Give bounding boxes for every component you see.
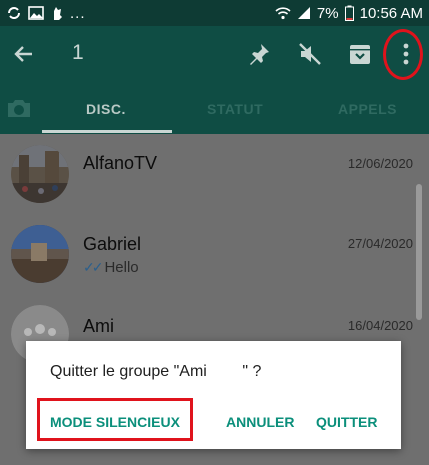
chat-preview: ✓✓ Hello bbox=[83, 259, 139, 276]
status-bar: ... 7% 10:56 AM bbox=[0, 0, 429, 26]
avatar bbox=[11, 225, 69, 283]
scrollbar[interactable] bbox=[416, 184, 422, 320]
archive-icon[interactable] bbox=[346, 40, 374, 68]
signal-icon bbox=[297, 7, 310, 19]
hand-icon bbox=[54, 7, 62, 20]
chat-date: 16/04/2020 bbox=[347, 318, 413, 333]
status-bar-right: 7% 10:56 AM bbox=[275, 4, 423, 22]
chat-name: Gabriel bbox=[83, 234, 142, 254]
status-overflow-dots: ... bbox=[70, 4, 86, 22]
avatar bbox=[11, 145, 69, 203]
chat-item-alfanotv[interactable]: AlfanoTV 12/06/2020 bbox=[0, 134, 429, 214]
battery-percentage: 7% bbox=[316, 4, 339, 22]
back-arrow-icon[interactable] bbox=[10, 40, 38, 68]
pin-icon[interactable] bbox=[245, 40, 273, 68]
chat-preview-text: Hello bbox=[104, 259, 139, 276]
highlight-ellipse bbox=[383, 29, 423, 80]
chat-date: 27/04/2020 bbox=[347, 236, 413, 251]
selection-action-bar: 1 bbox=[0, 26, 429, 82]
sync-icon bbox=[8, 7, 20, 19]
tab-indicator bbox=[42, 130, 172, 133]
chat-item-gabriel[interactable]: Gabriel 27/04/2020 ✓✓ Hello bbox=[0, 214, 429, 294]
wifi-icon bbox=[275, 7, 291, 20]
cancel-button[interactable]: ANNULER bbox=[226, 414, 294, 430]
dialog-message: Quitter le groupe "Ami " ? bbox=[50, 363, 262, 380]
tab-bar: DISC. STATUT APPELS bbox=[0, 82, 429, 134]
avatar-image bbox=[11, 225, 69, 283]
tab-status[interactable]: STATUT bbox=[207, 101, 263, 117]
double-check-icon: ✓✓ bbox=[83, 259, 104, 275]
battery-icon bbox=[344, 5, 354, 21]
status-bar-left: ... bbox=[6, 4, 86, 22]
camera-icon[interactable] bbox=[5, 95, 33, 121]
mute-icon[interactable] bbox=[296, 40, 324, 68]
chat-name: AlfanoTV bbox=[83, 153, 158, 173]
selected-count: 1 bbox=[72, 41, 84, 64]
highlight-rectangle bbox=[37, 398, 193, 441]
quit-button[interactable]: QUITTER bbox=[316, 414, 377, 430]
tab-calls[interactable]: APPELS bbox=[338, 101, 397, 117]
tab-discussions[interactable]: DISC. bbox=[86, 101, 126, 117]
chat-name: Ami bbox=[83, 316, 114, 336]
avatar-image bbox=[11, 145, 69, 203]
gallery-icon bbox=[28, 6, 44, 20]
status-time: 10:56 AM bbox=[359, 4, 423, 22]
chat-date: 12/06/2020 bbox=[347, 156, 413, 171]
